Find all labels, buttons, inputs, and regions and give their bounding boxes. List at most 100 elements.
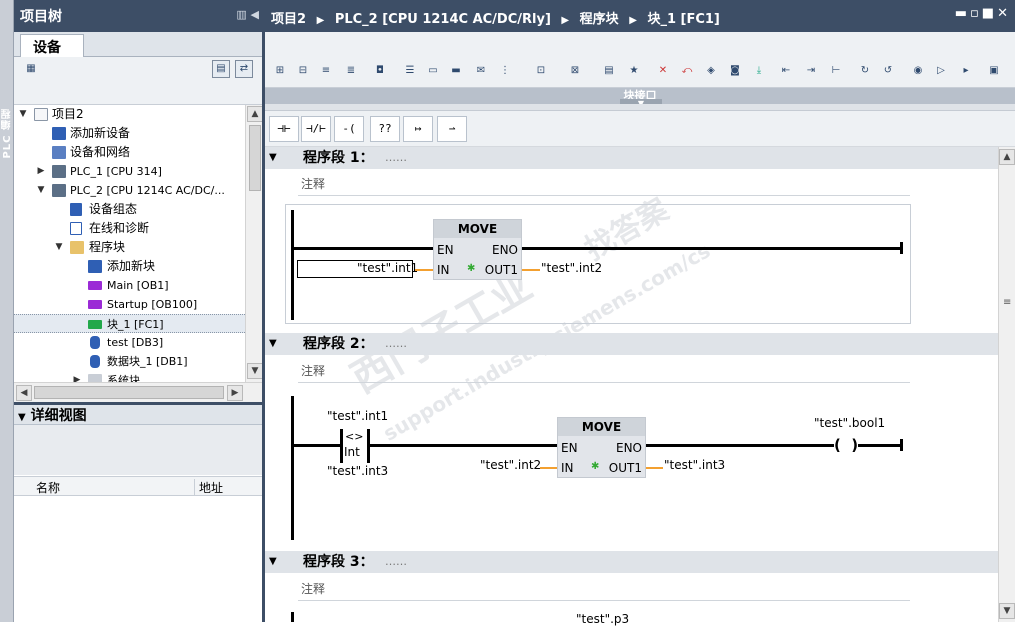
tree-item-network[interactable]: 设备和网络: [14, 143, 245, 162]
tree-item-program-blocks[interactable]: ▼ 程序块: [14, 238, 245, 257]
tree-item-add-device[interactable]: 添加新设备: [14, 124, 245, 143]
open-branch-button[interactable]: ↦: [403, 116, 433, 142]
operand-icon[interactable]: ⋮: [497, 63, 513, 79]
scroll-down-icon[interactable]: ▼: [247, 363, 263, 379]
collapsed-arrow-icon[interactable]: ▶: [72, 371, 82, 382]
column-name[interactable]: 名称: [36, 479, 60, 496]
breadcrumb-plc[interactable]: PLC_2 [CPU 1214C AC/DC/Rly]: [335, 12, 551, 27]
tree-structure-icon[interactable]: ⊢: [828, 63, 844, 79]
nc-contact-button[interactable]: ⊣/⊢: [301, 116, 331, 142]
window-controls-icon[interactable]: ▬▫■✕: [955, 6, 1011, 21]
layout-icon[interactable]: ▣: [986, 63, 1002, 79]
tab-devices[interactable]: 设备: [20, 34, 84, 58]
expanded-arrow-icon[interactable]: ▼: [18, 105, 28, 124]
portal-vertical-tab[interactable]: PLC 编程: [0, 0, 14, 622]
scroll-grip-icon[interactable]: ≡: [1003, 297, 1011, 308]
no-contact-button[interactable]: ⊣⊢: [269, 116, 299, 142]
scroll-thumb[interactable]: [34, 386, 224, 399]
empty-box-button[interactable]: ??: [370, 116, 400, 142]
compile-icon[interactable]: ◙: [727, 63, 743, 79]
monitor-icon[interactable]: ◉: [910, 63, 926, 79]
close-all-icon[interactable]: ▭: [425, 63, 441, 79]
breadcrumb-fc1[interactable]: 块_1 [FC1]: [647, 12, 719, 27]
download-icon[interactable]: ⤓: [751, 63, 767, 79]
detail-view-header[interactable]: ▼ 详细视图: [14, 405, 263, 425]
symbol-info-icon[interactable]: ⊠: [567, 63, 583, 79]
scroll-up-icon[interactable]: ▲: [247, 106, 263, 122]
compare-bottom-operand[interactable]: "test".int3: [327, 464, 388, 478]
comment-icon[interactable]: ✉: [473, 63, 489, 79]
tree-item-project[interactable]: ▼ 项目2: [14, 105, 245, 124]
tree-horizontal-scrollbar[interactable]: ◀ ▶: [14, 382, 263, 402]
branch-icon[interactable]: ◘: [372, 63, 388, 79]
insert-network-icon[interactable]: ⊞: [272, 63, 288, 79]
scroll-left-icon[interactable]: ◀: [16, 385, 32, 401]
partial-operand[interactable]: "test".p3: [576, 612, 629, 626]
overview-icon[interactable]: ▤: [212, 60, 230, 78]
close-branch-button[interactable]: ⇀: [437, 116, 467, 142]
indent-icon[interactable]: ⇤: [778, 63, 794, 79]
network-3-header[interactable]: ▼ 程序段 3： ……: [265, 551, 998, 573]
network-comment[interactable]: 注释: [301, 580, 325, 597]
go-to-icon[interactable]: ✕: [655, 63, 671, 79]
tree-item-fc1[interactable]: 块_1 [FC1]: [14, 314, 245, 333]
out-operand[interactable]: "test".int3: [664, 458, 725, 472]
tree-item-main[interactable]: Main [OB1]: [14, 276, 245, 295]
next-error-icon[interactable]: ↻: [857, 63, 873, 79]
insert-row-icon[interactable]: ≡: [318, 63, 334, 79]
collapsed-arrow-icon[interactable]: ▶: [36, 162, 46, 181]
tree-item-db1[interactable]: 数据块_1 [DB1]: [14, 352, 245, 371]
tree-item-system-blocks[interactable]: ▶ 系统块: [14, 371, 245, 382]
tree-item-add-block[interactable]: 添加新块: [14, 257, 245, 276]
prev-error-icon[interactable]: ↺: [880, 63, 896, 79]
collapse-panel-icon[interactable]: ▥ ◀: [236, 8, 259, 21]
network-title-text[interactable]: ……: [385, 333, 407, 355]
network-title[interactable]: 程序段 3：: [303, 551, 374, 573]
network-title-text[interactable]: ……: [385, 147, 407, 169]
breadcrumb-project[interactable]: 项目2: [271, 12, 306, 27]
more-icon[interactable]: ▸: [958, 63, 974, 79]
move-box-1[interactable]: MOVE EN ENO IN ✱ OUT1: [433, 219, 522, 280]
tree-vertical-scrollbar[interactable]: ▲ ▼: [245, 105, 263, 382]
view-switch-icon[interactable]: ⇄: [235, 60, 253, 78]
move-box-2[interactable]: MOVE EN ENO IN ✱ OUT1: [557, 417, 646, 478]
network-comment[interactable]: 注释: [301, 362, 325, 379]
view-icon[interactable]: ▬: [448, 63, 464, 79]
scroll-down-icon[interactable]: ▼: [999, 603, 1015, 619]
open-all-icon[interactable]: ☰: [402, 63, 418, 79]
collapse-network-icon[interactable]: ▼: [269, 333, 277, 355]
breadcrumb-blocks[interactable]: 程序块: [580, 12, 619, 27]
output-coil[interactable]: ( ): [834, 434, 860, 456]
out-operand[interactable]: "test".int2: [541, 261, 602, 275]
network-title[interactable]: 程序段 2：: [303, 333, 374, 355]
tree-item-online-diag[interactable]: 在线和诊断: [14, 219, 245, 238]
network-1-header[interactable]: ▼ 程序段 1： ……: [265, 147, 998, 169]
compare-top-operand[interactable]: "test".int1: [327, 409, 388, 423]
network-title[interactable]: 程序段 1：: [303, 147, 374, 169]
coil-button[interactable]: -( )-: [334, 116, 364, 159]
favorites-icon[interactable]: ▤: [601, 63, 617, 79]
compare-icon[interactable]: ◈: [703, 63, 719, 79]
column-address[interactable]: 地址: [194, 479, 223, 496]
bookmark-icon[interactable]: ★: [626, 63, 642, 79]
expanded-arrow-icon[interactable]: ▼: [54, 238, 64, 257]
compare-contact[interactable]: <> Int: [340, 429, 370, 463]
delete-network-icon[interactable]: ⊟: [295, 63, 311, 79]
coil-operand[interactable]: "test".bool1: [814, 416, 885, 430]
tree-item-db3[interactable]: test [DB3]: [14, 333, 245, 352]
tree-settings-icon[interactable]: ▦: [22, 61, 40, 79]
test-icon[interactable]: ▷: [933, 63, 949, 79]
network-2-header[interactable]: ▼ 程序段 2： ……: [265, 333, 998, 355]
expanded-arrow-icon[interactable]: ▼: [36, 181, 46, 200]
outdent-icon[interactable]: ⇥: [803, 63, 819, 79]
network-comment[interactable]: 注释: [301, 175, 325, 192]
scroll-thumb[interactable]: [249, 125, 261, 191]
tree-item-device-config[interactable]: 设备组态: [14, 200, 245, 219]
tree-item-plc1[interactable]: ▶ PLC_1 [CPU 314]: [14, 162, 245, 181]
absolute-address-icon[interactable]: ⊡: [533, 63, 549, 79]
in-operand[interactable]: "test".int1: [357, 261, 418, 275]
tree-item-startup[interactable]: Startup [OB100]: [14, 295, 245, 314]
in-operand[interactable]: "test".int2: [480, 458, 541, 472]
scroll-up-icon[interactable]: ▲: [999, 149, 1015, 165]
chevron-down-icon[interactable]: ▼: [18, 412, 26, 423]
